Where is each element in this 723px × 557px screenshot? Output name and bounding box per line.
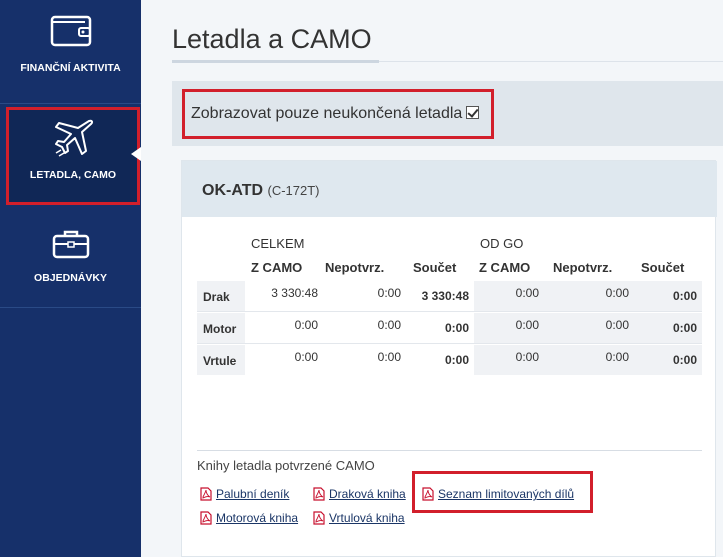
table-row: Motor 0:00 0:00 0:00 0:00 0:00 0:00 (197, 313, 702, 343)
books-title: Knihy letadla potvrzené CAMO (197, 458, 375, 473)
link-label: Vrtulová kniha (329, 511, 405, 525)
table-cell: 0:00 (605, 286, 629, 300)
briefcase-icon (52, 230, 89, 259)
table-cell: 0:00 (294, 318, 318, 332)
column-header: Nepotvrz. (553, 260, 613, 275)
link-motorova-kniha[interactable]: Motorová kniha (200, 511, 298, 525)
link-label: Draková kniha (329, 487, 406, 501)
table-cell: 0:00 (605, 350, 629, 364)
table-cell: 0:00 (377, 286, 401, 300)
column-header: Součet (413, 260, 457, 275)
sidebar-item-financni-aktivita[interactable]: FINANČNÍ AKTIVITA (0, 0, 141, 104)
table-cell: 0:00 (605, 318, 629, 332)
aircraft-type: (C-172T) (267, 183, 320, 198)
sidebar-item-objednavky[interactable]: OBJEDNÁVKY (0, 208, 141, 308)
sidebar-item-label: OBJEDNÁVKY (34, 272, 107, 284)
table-cell: 0:00 (444, 321, 469, 335)
aircraft-header: OK-ATD (C-172T) (182, 161, 717, 217)
pdf-icon (200, 511, 212, 525)
page-title: Letadla a CAMO (172, 24, 372, 54)
link-vrtulova-kniha[interactable]: Vrtulová kniha (313, 511, 405, 525)
column-header: Z CAMO (479, 260, 531, 275)
aircraft-title: OK-ATD (C-172T) (202, 182, 320, 200)
column-header: Součet (641, 260, 685, 275)
table-cell: 0:00 (377, 350, 401, 364)
table-row: Vrtule 0:00 0:00 0:00 0:00 0:00 0:00 (197, 345, 702, 375)
filter-label: Zobrazovat pouze neukončená letadla (191, 105, 463, 122)
unfinished-only-checkbox[interactable] (466, 106, 480, 119)
table-row: Drak 3 330:48 0:00 3 330:48 0:00 0:00 0:… (197, 281, 702, 311)
title-underline (172, 60, 379, 63)
filter-unfinished-only[interactable]: Zobrazovat pouze neukončená letadla (191, 105, 480, 123)
link-palubni-denik[interactable]: Palubní deník (200, 487, 289, 501)
sidebar: FINANČNÍ AKTIVITA LETADLA, CAMO OBJEDNÁV… (0, 0, 141, 557)
table-cell: 0:00 (377, 318, 401, 332)
table-cell: 0:00 (294, 350, 318, 364)
table-cell: 3 330:48 (271, 286, 318, 300)
table-cell: 0:00 (672, 321, 697, 335)
table-cell: 0:00 (672, 289, 697, 303)
row-label: Drak (203, 290, 230, 304)
pdf-icon (313, 487, 325, 501)
link-drakova-kniha[interactable]: Draková kniha (313, 487, 406, 501)
link-label: Motorová kniha (216, 511, 299, 525)
books-divider (197, 450, 702, 451)
aircraft-registration: OK-ATD (202, 182, 264, 199)
column-header: Nepotvrz. (325, 260, 385, 275)
table-cell: 0:00 (444, 353, 469, 367)
link-label: Palubní deník (216, 487, 290, 501)
row-label: Vrtule (203, 354, 237, 368)
pdf-icon (200, 487, 212, 501)
wallet-icon (50, 15, 91, 47)
active-indicator (131, 147, 141, 161)
table-cell: 0:00 (515, 318, 539, 332)
column-header: Z CAMO (251, 260, 303, 275)
table-cell: 0:00 (672, 353, 697, 367)
group-celkem: CELKEM (251, 236, 305, 251)
airplane-icon (55, 119, 94, 157)
table-cell: 3 330:48 (421, 289, 469, 303)
row-label: Motor (203, 322, 237, 336)
table-cell: 0:00 (515, 350, 539, 364)
table-cell: 0:00 (515, 286, 539, 300)
pdf-icon (313, 511, 325, 525)
sidebar-item-label: LETADLA, CAMO (29, 169, 117, 181)
group-od-go: OD GO (480, 236, 524, 251)
sidebar-item-letadla-camo[interactable]: LETADLA, CAMO (6, 107, 140, 205)
highlight-box (412, 471, 593, 513)
sidebar-item-label: FINANČNÍ AKTIVITA (20, 62, 121, 74)
